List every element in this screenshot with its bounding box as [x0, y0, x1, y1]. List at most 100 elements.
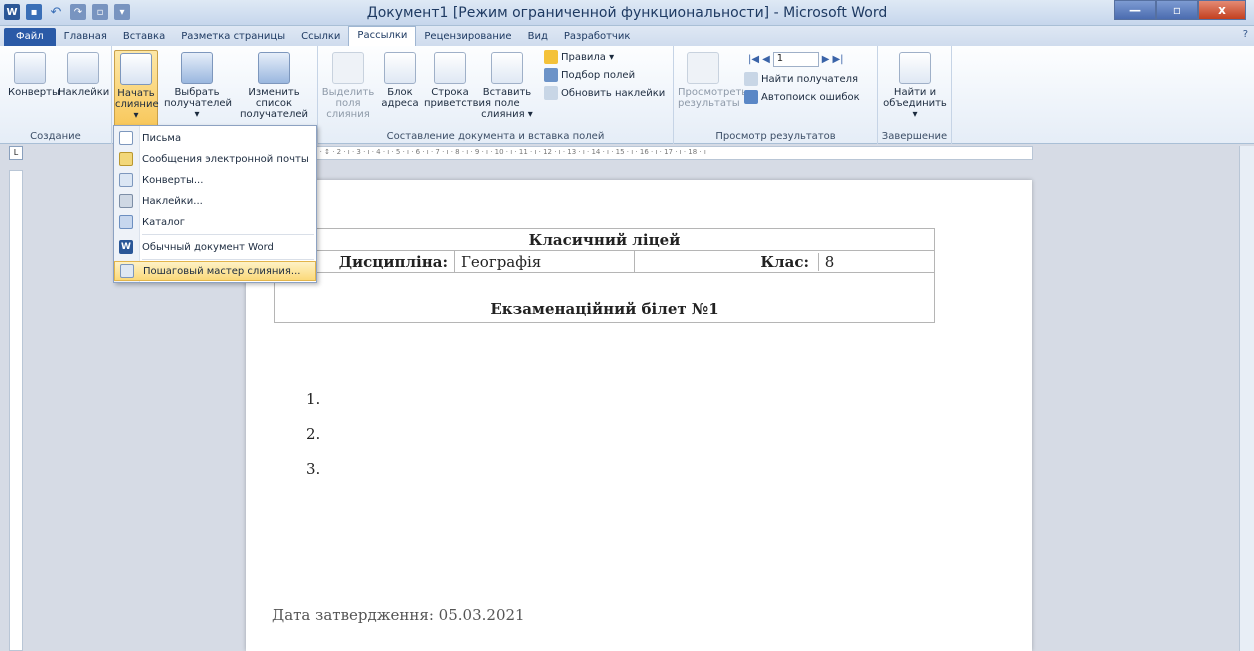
preview-results-button[interactable]: Просмотреть результаты — [678, 52, 747, 109]
finish-merge-icon — [899, 52, 931, 84]
directory-icon — [119, 215, 133, 229]
last-record-icon[interactable]: ▶| — [832, 54, 843, 65]
vertical-ruler — [9, 170, 23, 651]
next-record-icon[interactable]: ▶ — [822, 54, 830, 65]
list-item: 1. — [306, 390, 321, 408]
ticket-title: Екзаменаційний білет №1 — [274, 272, 935, 323]
update-labels-label: Обновить наклейки — [561, 87, 666, 99]
find-recipient-icon — [744, 72, 758, 86]
find-recipient-button[interactable]: Найти получателя — [744, 72, 858, 86]
menu-item-mail-merge-wizard[interactable]: Пошаговый мастер слияния... — [114, 261, 316, 281]
menu-item-label: Письма — [142, 132, 182, 144]
menu-item-directory[interactable]: Каталог — [114, 212, 316, 232]
vertical-scrollbar[interactable] — [1239, 146, 1254, 651]
select-recipients-label: Выбрать получателей ▾ — [164, 87, 233, 120]
envelope-icon — [14, 52, 46, 84]
tab-page-layout[interactable]: Разметка страницы — [173, 28, 293, 46]
insert-field-icon — [491, 52, 523, 84]
highlight-fields-icon — [332, 52, 364, 84]
tab-selector[interactable]: L — [9, 146, 23, 160]
tab-developer[interactable]: Разработчик — [556, 28, 639, 46]
auto-check-errors-button[interactable]: Автопоиск ошибок — [744, 90, 860, 104]
update-labels-button[interactable]: Обновить наклейки — [544, 86, 665, 100]
start-merge-icon — [120, 53, 152, 85]
menu-item-label: Конверты... — [142, 174, 204, 186]
group-finish-label: Завершение — [881, 131, 948, 142]
tab-home[interactable]: Главная — [56, 28, 115, 46]
start-merge-button[interactable]: Начать слияние ▾ — [114, 50, 159, 128]
menu-item-labels[interactable]: Наклейки... — [114, 191, 316, 211]
ribbon-tabs: Файл Главная Вставка Разметка страницы С… — [0, 26, 1254, 46]
labels-button[interactable]: Наклейки — [58, 52, 110, 98]
tab-file[interactable]: Файл — [4, 28, 56, 46]
menu-item-normal-document[interactable]: W Обычный документ Word — [114, 237, 316, 257]
auto-check-icon — [744, 90, 758, 104]
title-bar: W ▪ ↶ ↷ ▫ ▾ Документ1 [Режим ограниченно… — [0, 0, 1254, 26]
group-create: Конверты Наклейки Создание — [0, 46, 112, 144]
envelopes-button[interactable]: Конверты — [8, 52, 60, 98]
prev-record-icon[interactable]: ◀ — [762, 54, 770, 65]
window-title: Документ1 [Режим ограниченной функционал… — [366, 5, 888, 21]
menu-item-label: Обычный документ Word — [142, 241, 274, 253]
rules-label: Правила ▾ — [561, 51, 615, 63]
tab-references[interactable]: Ссылки — [293, 28, 348, 46]
greeting-line-icon — [434, 52, 466, 84]
menu-separator — [142, 234, 314, 235]
horizontal-ruler[interactable]: 1 · ↕ · 2 · ı · 3 · ı · 4 · ı · 5 · ı · … — [246, 146, 1033, 160]
ruler-ticks: 1 · ↕ · 2 · ı · 3 · ı · 4 · ı · 5 · ı · … — [313, 148, 706, 156]
envelopes-label: Конверты — [8, 87, 60, 98]
group-write-insert: Выделить поля слияния Блок адреса Строка… — [318, 46, 674, 144]
menu-item-label: Наклейки... — [142, 195, 203, 207]
menu-item-label: Пошаговый мастер слияния... — [143, 265, 301, 277]
update-labels-icon — [544, 86, 558, 100]
record-number-input[interactable]: 1 — [772, 52, 819, 67]
select-recipients-button[interactable]: Выбрать получателей ▾ — [164, 52, 233, 120]
rules-icon — [544, 50, 558, 64]
document-page[interactable]: Класичний ліцей Дисципліна: Географія Кл… — [246, 180, 1032, 651]
greeting-line-button[interactable]: Строка приветствия — [424, 52, 491, 109]
finish-merge-button[interactable]: Найти и объединить ▾ — [882, 52, 948, 120]
menu-item-email[interactable]: Сообщения электронной почты — [114, 149, 316, 169]
rules-button[interactable]: Правила ▾ — [544, 50, 614, 64]
first-record-icon[interactable]: |◀ — [748, 54, 759, 65]
tab-review[interactable]: Рецензирование — [416, 28, 519, 46]
start-merge-label: Начать слияние ▾ — [115, 88, 159, 121]
approval-date: Дата затвердження: 05.03.2021 — [272, 606, 525, 624]
match-fields-label: Подбор полей — [561, 69, 636, 81]
group-write-insert-label: Составление документа и вставка полей — [386, 131, 605, 142]
group-preview-label: Просмотр результатов — [715, 131, 836, 142]
minimize-button[interactable]: — — [1114, 0, 1156, 20]
select-recipients-icon — [181, 52, 213, 84]
discipline-value: Географія — [454, 250, 635, 273]
close-button[interactable]: x — [1198, 0, 1246, 20]
question-list: 1. 2. 3. — [306, 382, 320, 487]
tab-mailings[interactable]: Рассылки — [348, 26, 417, 46]
word-document-icon: W — [119, 240, 133, 254]
address-block-button[interactable]: Блок адреса — [378, 52, 422, 109]
tab-insert[interactable]: Вставка — [115, 28, 173, 46]
edit-recipient-list-button[interactable]: Изменить список получателей — [232, 52, 316, 120]
labels-label: Наклейки — [58, 87, 110, 98]
auto-check-label: Автопоиск ошибок — [761, 91, 860, 103]
edit-list-icon — [258, 52, 290, 84]
finish-merge-label: Найти и объединить ▾ — [883, 87, 947, 120]
window-controls: — ▫ x — [1114, 0, 1246, 20]
match-fields-button[interactable]: Подбор полей — [544, 68, 635, 82]
list-item: 2. — [306, 425, 321, 443]
email-icon — [119, 152, 133, 166]
ticket-header-table: Класичний ліцей Дисципліна: Географія Кл… — [274, 228, 935, 323]
insert-merge-field-button[interactable]: Вставить поле слияния ▾ — [478, 52, 536, 120]
tab-view[interactable]: Вид — [520, 28, 556, 46]
help-icon[interactable]: ? — [1243, 29, 1248, 40]
match-fields-icon — [544, 68, 558, 82]
highlight-fields-button[interactable]: Выделить поля слияния — [320, 52, 376, 120]
class-cell: Клас: 8 — [634, 250, 935, 273]
maximize-button[interactable]: ▫ — [1156, 0, 1198, 20]
class-value: 8 — [817, 252, 834, 271]
menu-item-envelopes[interactable]: Конверты... — [114, 170, 316, 190]
start-merge-menu: Письма Сообщения электронной почты Конве… — [113, 125, 317, 283]
group-finish: Найти и объединить ▾ Завершение — [878, 46, 952, 144]
menu-item-letters[interactable]: Письма — [114, 128, 316, 148]
insert-field-label: Вставить поле слияния ▾ — [481, 87, 533, 120]
menu-item-label: Сообщения электронной почты — [142, 153, 309, 165]
